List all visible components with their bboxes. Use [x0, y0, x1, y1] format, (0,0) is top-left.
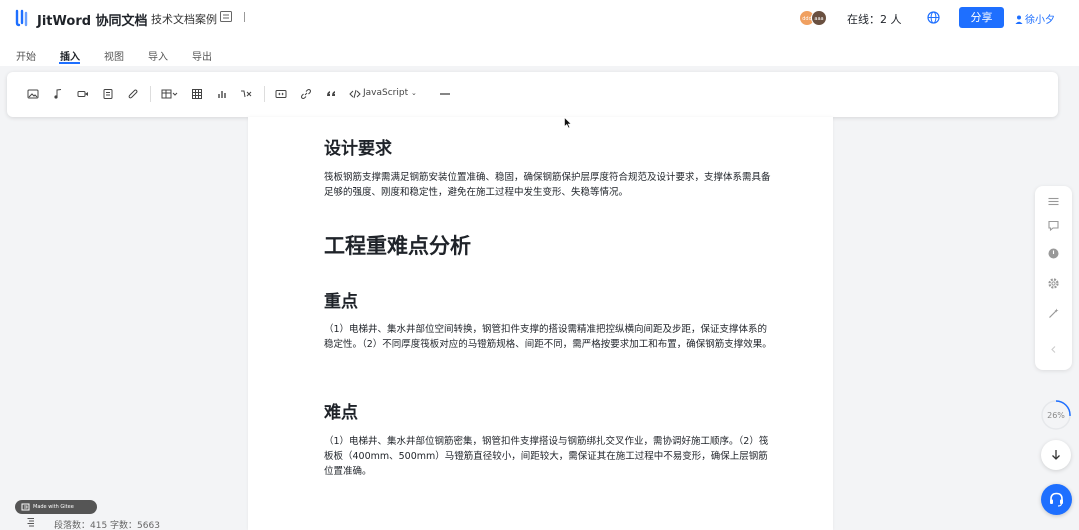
- heading-design-requirements[interactable]: 设计要求: [324, 134, 392, 159]
- history-icon[interactable]: [1047, 247, 1060, 260]
- text-stats-icon[interactable]: [26, 517, 36, 528]
- globe-icon[interactable]: [927, 11, 940, 24]
- tab-view[interactable]: 视图: [104, 48, 124, 63]
- tab-export[interactable]: 导出: [192, 48, 212, 63]
- attachment-icon[interactable]: [127, 88, 139, 100]
- app-title: JitWord 协同文档: [37, 14, 148, 29]
- comment-icon[interactable]: [1047, 219, 1060, 232]
- code-language-select[interactable]: JavaScript ⌄: [363, 88, 417, 98]
- heading-difficulties[interactable]: 难点: [324, 398, 358, 423]
- tab-start[interactable]: 开始: [16, 48, 36, 63]
- paragraph[interactable]: （1）电梯井、集水井部位空间转换，钢管扣件支撑的搭设需精准把控纵横向间距及步距，…: [324, 322, 772, 352]
- code-icon[interactable]: [349, 88, 361, 100]
- status-bar: 段落数：415 字数：5663: [0, 515, 1079, 530]
- outline-icon[interactable]: [220, 11, 232, 22]
- gitee-logo-icon: [21, 503, 30, 511]
- avatar[interactable]: aaa: [811, 10, 827, 26]
- image-icon[interactable]: [27, 88, 39, 100]
- collapse-icon[interactable]: [1047, 343, 1060, 356]
- user-menu[interactable]: 徐小夕: [1015, 11, 1055, 26]
- code-language-label: JavaScript: [363, 88, 409, 98]
- heading-key-points[interactable]: 重点: [324, 287, 358, 312]
- support-button[interactable]: [1041, 484, 1072, 515]
- collaborator-avatars[interactable]: ddd aaa: [799, 10, 831, 26]
- share-button[interactable]: 分享: [959, 7, 1004, 28]
- formula-icon[interactable]: [240, 88, 252, 100]
- reading-progress-label: 26%: [1047, 411, 1065, 420]
- top-header: JitWord 协同文档 技术文档案例 ddd aaa 在线：2 人 分享 徐小…: [0, 0, 1079, 36]
- paragraph[interactable]: （1）电梯井、集水井部位钢筋密集，钢管扣件支撑搭设与钢筋绑扎交叉作业，需协调好施…: [324, 434, 772, 479]
- quote-icon[interactable]: [325, 88, 337, 100]
- toolbar-divider: [264, 86, 265, 102]
- document-stats: 段落数：415 字数：5663: [54, 521, 160, 530]
- menu-icon[interactable]: [1047, 195, 1060, 208]
- heading-key-difficulties[interactable]: 工程重难点分析: [324, 230, 471, 260]
- insert-toolbar: JavaScript ⌄: [7, 72, 1058, 117]
- online-count: 在线：2 人: [847, 13, 902, 26]
- video-icon[interactable]: [77, 88, 89, 100]
- toolbar-divider: [150, 86, 151, 102]
- chart-icon[interactable]: [216, 88, 228, 100]
- header-divider: [244, 12, 245, 22]
- doc-title[interactable]: 技术文档案例: [151, 11, 217, 27]
- jitword-logo-icon[interactable]: [14, 9, 30, 27]
- mouse-cursor-icon: [564, 117, 572, 129]
- menu-tabs: 开始 插入 视图 导入 导出: [0, 36, 1079, 66]
- document-page[interactable]: 设计要求 筏板钢筋支撑需满足钢筋安装位置准确、稳固，确保钢筋保护层厚度符合规范及…: [248, 117, 833, 530]
- link-icon[interactable]: [300, 88, 312, 100]
- divider-icon[interactable]: [439, 88, 451, 100]
- embed-icon[interactable]: [275, 88, 287, 100]
- active-tab-indicator: [59, 62, 80, 64]
- badge-label: Made with Gitee: [33, 504, 74, 510]
- scroll-down-button[interactable]: [1041, 440, 1071, 470]
- tab-insert[interactable]: 插入: [60, 48, 80, 63]
- user-name: 徐小夕: [1025, 15, 1055, 26]
- magic-icon[interactable]: [1047, 307, 1060, 320]
- file-icon[interactable]: [102, 88, 114, 100]
- made-with-badge[interactable]: Made with Gitee: [15, 500, 97, 514]
- right-side-rail: [1035, 186, 1072, 370]
- arrow-down-icon: [1052, 450, 1060, 460]
- table-insert-icon[interactable]: [161, 88, 179, 100]
- settings-icon[interactable]: [1047, 277, 1060, 290]
- paragraph[interactable]: 筏板钢筋支撑需满足钢筋安装位置准确、稳固，确保钢筋保护层厚度符合规范及设计要求，…: [324, 170, 772, 200]
- tab-import[interactable]: 导入: [148, 48, 168, 63]
- headset-icon: [1050, 492, 1063, 507]
- chevron-down-icon: ⌄: [411, 89, 417, 97]
- audio-icon[interactable]: [52, 88, 64, 100]
- user-icon: [1015, 15, 1023, 24]
- grid-icon[interactable]: [191, 88, 203, 100]
